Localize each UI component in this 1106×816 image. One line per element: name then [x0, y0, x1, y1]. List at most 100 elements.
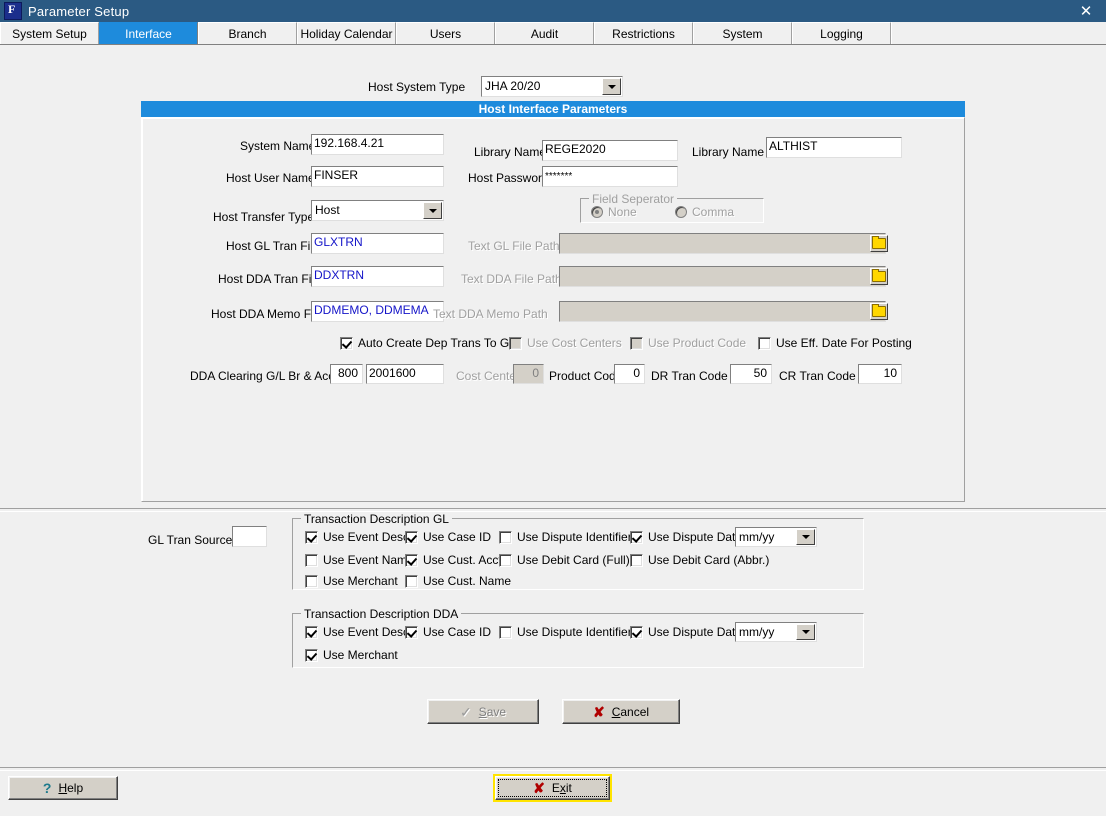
checkbox-icon: [340, 337, 353, 350]
chevron-down-icon[interactable]: [602, 78, 621, 95]
check-icon: ✓: [460, 705, 472, 719]
field-separator-none-radio: None: [591, 205, 637, 219]
transaction-description-dda-title: Transaction Description DDA: [301, 607, 461, 621]
gl-use-case-id-label: Use Case ID: [423, 530, 491, 544]
dda-use-dispute-date-label: Use Dispute Date: [648, 625, 742, 639]
browse-dda-file-button[interactable]: [870, 268, 888, 285]
host-system-type-combo[interactable]: JHA 20/20: [481, 76, 623, 97]
host-user-name-input[interactable]: FINSER: [311, 166, 444, 187]
help-button[interactable]: ? Help: [8, 776, 118, 800]
text-gl-file-path-input: [559, 233, 886, 254]
host-dda-tran-file-label: Host DDA Tran File: [218, 272, 321, 286]
gl-use-debit-card-abbr-checkbox[interactable]: Use Debit Card (Abbr.): [630, 553, 769, 567]
tab-users[interactable]: Users: [396, 22, 495, 44]
host-password-input[interactable]: *******: [542, 166, 678, 187]
dda-use-dispute-date-checkbox[interactable]: Use Dispute Date: [630, 625, 742, 639]
dda-use-case-id-checkbox[interactable]: Use Case ID: [405, 625, 491, 639]
text-dda-file-path-label: Text DDA File Path: [461, 272, 562, 286]
host-system-type-value: JHA 20/20: [482, 79, 601, 94]
use-eff-date-for-posting-label: Use Eff. Date For Posting: [776, 336, 912, 350]
help-button-label: Help: [58, 781, 83, 795]
gl-use-dispute-identifier-label: Use Dispute Identifier: [517, 530, 632, 544]
gl-use-cust-name-label: Use Cust. Name: [423, 574, 511, 588]
dda-use-dispute-identifier-checkbox[interactable]: Use Dispute Identifier: [499, 625, 632, 639]
chevron-down-icon[interactable]: [796, 624, 815, 640]
library-name-input[interactable]: REGE2020: [542, 140, 678, 161]
tab-restrictions[interactable]: Restrictions: [594, 22, 693, 44]
text-dda-memo-path-label: Text DDA Memo Path: [433, 307, 548, 321]
x-icon: ✘: [593, 705, 605, 719]
chevron-down-icon[interactable]: [423, 202, 442, 219]
dda-clearing-account-input[interactable]: 2001600: [366, 364, 444, 384]
tab-holiday-calendar[interactable]: Holiday Calendar: [297, 22, 396, 44]
text-dda-memo-path-input: [559, 301, 886, 322]
host-dda-tran-file-input[interactable]: DDXTRN: [311, 266, 444, 287]
gl-tran-source-input[interactable]: [232, 526, 267, 547]
cr-tran-code-input[interactable]: 10: [858, 364, 902, 384]
exit-button[interactable]: ✘ Exit: [495, 776, 610, 800]
dr-tran-code-input[interactable]: 50: [730, 364, 772, 384]
tab-system-setup[interactable]: System Setup: [0, 22, 99, 44]
host-transfer-type-combo[interactable]: Host: [311, 200, 444, 221]
host-interface-parameters-title: Host Interface Parameters: [141, 101, 965, 117]
gl-use-cust-acct-label: Use Cust. Acct: [423, 553, 502, 567]
gl-use-merchant-checkbox[interactable]: Use Merchant: [305, 574, 398, 588]
transaction-description-dda-group: Transaction Description DDA Use Event De…: [292, 613, 864, 668]
checkbox-icon: [499, 554, 512, 567]
checkbox-icon: [305, 531, 318, 544]
tab-branch[interactable]: Branch: [198, 22, 297, 44]
gl-use-event-desc-checkbox[interactable]: Use Event Desc: [305, 530, 409, 544]
checkbox-icon: [405, 575, 418, 588]
gl-use-debit-card-full-checkbox[interactable]: Use Debit Card (Full): [499, 553, 630, 567]
checkbox-icon: [630, 337, 643, 350]
cancel-button-label: Cancel: [612, 705, 649, 719]
checkbox-icon: [305, 575, 318, 588]
gl-use-case-id-checkbox[interactable]: Use Case ID: [405, 530, 491, 544]
tab-logging[interactable]: Logging: [792, 22, 891, 44]
gl-use-cust-acct-checkbox[interactable]: Use Cust. Acct: [405, 553, 502, 567]
gl-use-cust-name-checkbox[interactable]: Use Cust. Name: [405, 574, 511, 588]
window-title: Parameter Setup: [28, 4, 1066, 19]
radio-icon: [675, 206, 687, 218]
field-separator-comma-radio: Comma: [675, 205, 734, 219]
tab-interface[interactable]: Interface: [99, 22, 198, 44]
gl-tran-source-label: GL Tran Source: [148, 533, 232, 547]
browse-dda-memo-button[interactable]: [870, 303, 888, 320]
chevron-down-icon[interactable]: [796, 529, 815, 545]
use-product-code-checkbox: Use Product Code: [630, 336, 746, 350]
tab-strip: System Setup Interface Branch Holiday Ca…: [0, 22, 1106, 45]
gl-use-dispute-date-checkbox[interactable]: Use Dispute Date: [630, 530, 742, 544]
transaction-description-gl-title: Transaction Description GL: [301, 512, 452, 526]
tab-audit[interactable]: Audit: [495, 22, 594, 44]
host-gl-tran-file-input[interactable]: GLXTRN: [311, 233, 444, 254]
library-name-2-input[interactable]: ALTHIST: [766, 137, 902, 158]
auto-create-dep-trans-checkbox[interactable]: Auto Create Dep Trans To G/L: [340, 336, 519, 350]
dda-use-case-id-label: Use Case ID: [423, 625, 491, 639]
checkbox-icon: [509, 337, 522, 350]
field-separator-title: Field Seperator: [589, 192, 677, 206]
dda-use-merchant-label: Use Merchant: [323, 648, 398, 662]
gl-use-dispute-identifier-checkbox[interactable]: Use Dispute Identifier: [499, 530, 632, 544]
use-product-code-label: Use Product Code: [648, 336, 746, 350]
system-name-input[interactable]: 192.168.4.21: [311, 134, 444, 155]
gl-use-dispute-date-label: Use Dispute Date: [648, 530, 742, 544]
dda-clearing-branch-input[interactable]: 800: [330, 364, 363, 384]
close-icon[interactable]: ✕: [1066, 0, 1106, 22]
checkbox-icon: [405, 626, 418, 639]
use-eff-date-for-posting-checkbox[interactable]: Use Eff. Date For Posting: [758, 336, 912, 350]
tab-system[interactable]: System: [693, 22, 792, 44]
gl-date-format-value: mm/yy: [736, 530, 795, 545]
browse-gl-file-button[interactable]: [870, 235, 888, 252]
auto-create-dep-trans-label: Auto Create Dep Trans To G/L: [358, 336, 519, 350]
gl-use-event-name-checkbox[interactable]: Use Event Name: [305, 553, 414, 567]
dda-use-event-desc-checkbox[interactable]: Use Event Desc: [305, 625, 409, 639]
host-dda-memo-file-input[interactable]: DDMEMO, DDMEMA: [311, 301, 444, 322]
product-code-input[interactable]: 0: [614, 364, 645, 384]
gl-use-event-desc-label: Use Event Desc: [323, 530, 409, 544]
dda-date-format-combo[interactable]: mm/yy: [735, 622, 817, 642]
gl-use-merchant-label: Use Merchant: [323, 574, 398, 588]
gl-date-format-combo[interactable]: mm/yy: [735, 527, 817, 547]
dda-use-merchant-checkbox[interactable]: Use Merchant: [305, 648, 398, 662]
cancel-button[interactable]: ✘ Cancel: [562, 699, 680, 724]
use-cost-centers-checkbox: Use Cost Centers: [509, 336, 622, 350]
